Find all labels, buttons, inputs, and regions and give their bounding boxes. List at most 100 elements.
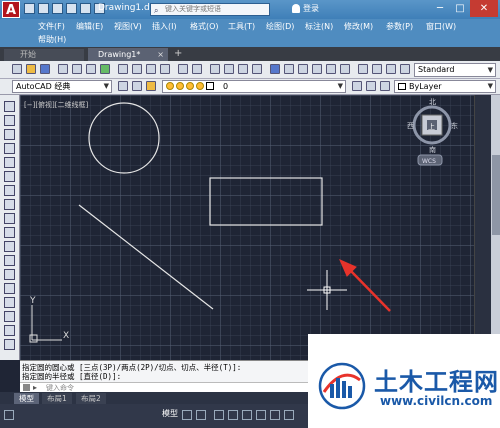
tab-layout2[interactable]: 布局2 xyxy=(76,393,106,404)
layer-previous-icon[interactable] xyxy=(366,81,376,91)
wrench-icon[interactable] xyxy=(4,410,14,420)
tab-model[interactable]: 模型 xyxy=(14,393,39,404)
layer-isolate-icon[interactable] xyxy=(380,81,390,91)
menu-view[interactable]: 视图(V) xyxy=(114,21,142,32)
insert-block-icon[interactable] xyxy=(4,255,15,266)
make-current-icon[interactable] xyxy=(352,81,362,91)
lineweight-icon[interactable] xyxy=(270,410,280,420)
3d-print-icon[interactable] xyxy=(100,64,110,74)
polar-icon[interactable] xyxy=(228,410,238,420)
layer-properties-icon[interactable] xyxy=(132,81,142,91)
menu-file[interactable]: 文件(F) xyxy=(38,21,65,32)
menu-edit[interactable]: 编辑(E) xyxy=(76,21,103,32)
close-icon[interactable] xyxy=(23,384,30,391)
search-input[interactable]: ⌕ 键入关键字或短语 xyxy=(150,3,270,16)
region-icon[interactable] xyxy=(4,325,15,336)
osnap-icon[interactable] xyxy=(242,410,252,420)
make-block-icon[interactable] xyxy=(4,269,15,280)
login-button[interactable]: 登录 xyxy=(292,3,319,14)
sheet-set-icon[interactable] xyxy=(312,64,322,74)
workspace-select[interactable]: AutoCAD 经典 ▼ xyxy=(12,80,112,93)
mleader-style-icon[interactable] xyxy=(400,64,410,74)
hatch-icon[interactable] xyxy=(4,297,15,308)
print-icon[interactable] xyxy=(80,3,91,14)
quickcalc-icon[interactable] xyxy=(340,64,350,74)
text-style-select[interactable]: Standard ▼ xyxy=(414,63,496,77)
rectangle-icon[interactable] xyxy=(4,157,15,168)
polygon-icon[interactable] xyxy=(4,143,15,154)
transparency-icon[interactable] xyxy=(284,410,294,420)
menu-help[interactable]: 帮助(H) xyxy=(38,34,66,45)
scrollbar-thumb[interactable] xyxy=(492,155,500,235)
layer-manager-icon[interactable] xyxy=(146,81,156,91)
menu-draw[interactable]: 绘图(D) xyxy=(266,21,294,32)
scrollbar-track[interactable] xyxy=(491,95,500,360)
save-as-icon[interactable] xyxy=(66,3,77,14)
revision-cloud-icon[interactable] xyxy=(4,199,15,210)
gradient-icon[interactable] xyxy=(4,311,15,322)
tab-start[interactable]: 开始 xyxy=(4,49,84,61)
properties-icon[interactable] xyxy=(270,64,280,74)
minimize-button[interactable]: ─ xyxy=(430,0,450,17)
qnew-icon[interactable] xyxy=(12,64,22,74)
open-file-icon[interactable] xyxy=(26,64,36,74)
viewcube[interactable]: 上 北 南 东 西 WCS xyxy=(407,98,458,166)
new-tab-icon[interactable]: + xyxy=(174,48,182,59)
layer-select[interactable]: 0 ▼ xyxy=(162,80,346,93)
menu-dimension[interactable]: 标注(N) xyxy=(305,21,333,32)
copy-icon[interactable] xyxy=(132,64,142,74)
dim-style-icon[interactable] xyxy=(372,64,382,74)
tool-palettes-icon[interactable] xyxy=(298,64,308,74)
menu-tools[interactable]: 工具(T) xyxy=(228,21,255,32)
text-style-icon[interactable] xyxy=(358,64,368,74)
line-icon[interactable] xyxy=(4,101,15,112)
plot-icon[interactable] xyxy=(58,64,68,74)
new-icon[interactable] xyxy=(24,3,35,14)
menu-format[interactable]: 格式(O) xyxy=(190,21,219,32)
ortho-icon[interactable] xyxy=(214,410,224,420)
zoom-window-icon[interactable] xyxy=(238,64,248,74)
paste-icon[interactable] xyxy=(146,64,156,74)
zoom-realtime-icon[interactable] xyxy=(224,64,234,74)
maximize-button[interactable]: □ xyxy=(450,0,470,17)
markup-icon[interactable] xyxy=(326,64,336,74)
redo-arrow-icon[interactable] xyxy=(192,64,202,74)
ellipse-arc-icon[interactable] xyxy=(4,241,15,252)
undo-arrow-icon[interactable] xyxy=(178,64,188,74)
circle-icon[interactable] xyxy=(4,185,15,196)
workspace-settings-icon[interactable] xyxy=(118,81,128,91)
close-button[interactable]: ✕ xyxy=(470,0,498,17)
zoom-previous-icon[interactable] xyxy=(252,64,262,74)
autocad-logo-icon[interactable]: A xyxy=(2,1,20,18)
tab-close-icon[interactable]: × xyxy=(157,48,164,61)
polyline-icon[interactable] xyxy=(4,129,15,140)
color-select[interactable]: ByLayer ▼ xyxy=(394,80,496,93)
tab-drawing1[interactable]: Drawing1* × xyxy=(88,48,168,61)
plot-preview-icon[interactable] xyxy=(72,64,82,74)
match-properties-icon[interactable] xyxy=(160,64,170,74)
pan-icon[interactable] xyxy=(210,64,220,74)
menu-insert[interactable]: 插入(I) xyxy=(152,21,177,32)
multiline-text-icon[interactable] xyxy=(4,339,15,350)
otrack-icon[interactable] xyxy=(256,410,266,420)
tab-layout1[interactable]: 布局1 xyxy=(42,393,72,404)
ellipse-icon[interactable] xyxy=(4,227,15,238)
grid-icon[interactable] xyxy=(182,410,192,420)
vertical-scrollbar[interactable] xyxy=(474,95,500,360)
cut-icon[interactable] xyxy=(118,64,128,74)
drawing-canvas[interactable]: [−][俯视][二维线框] Y X 上 北 南 东 西 WCS xyxy=(20,95,474,360)
spline-icon[interactable] xyxy=(4,213,15,224)
publish-icon[interactable] xyxy=(86,64,96,74)
menu-window[interactable]: 窗口(W) xyxy=(426,21,456,32)
save-file-icon[interactable] xyxy=(40,64,50,74)
menu-parametric[interactable]: 参数(P) xyxy=(386,21,413,32)
design-center-icon[interactable] xyxy=(284,64,294,74)
arc-icon[interactable] xyxy=(4,171,15,182)
open-icon[interactable] xyxy=(38,3,49,14)
save-icon[interactable] xyxy=(52,3,63,14)
model-space-button[interactable]: 模型 xyxy=(162,408,178,419)
construction-line-icon[interactable] xyxy=(4,115,15,126)
point-icon[interactable] xyxy=(4,283,15,294)
table-style-icon[interactable] xyxy=(386,64,396,74)
menu-modify[interactable]: 修改(M) xyxy=(344,21,373,32)
